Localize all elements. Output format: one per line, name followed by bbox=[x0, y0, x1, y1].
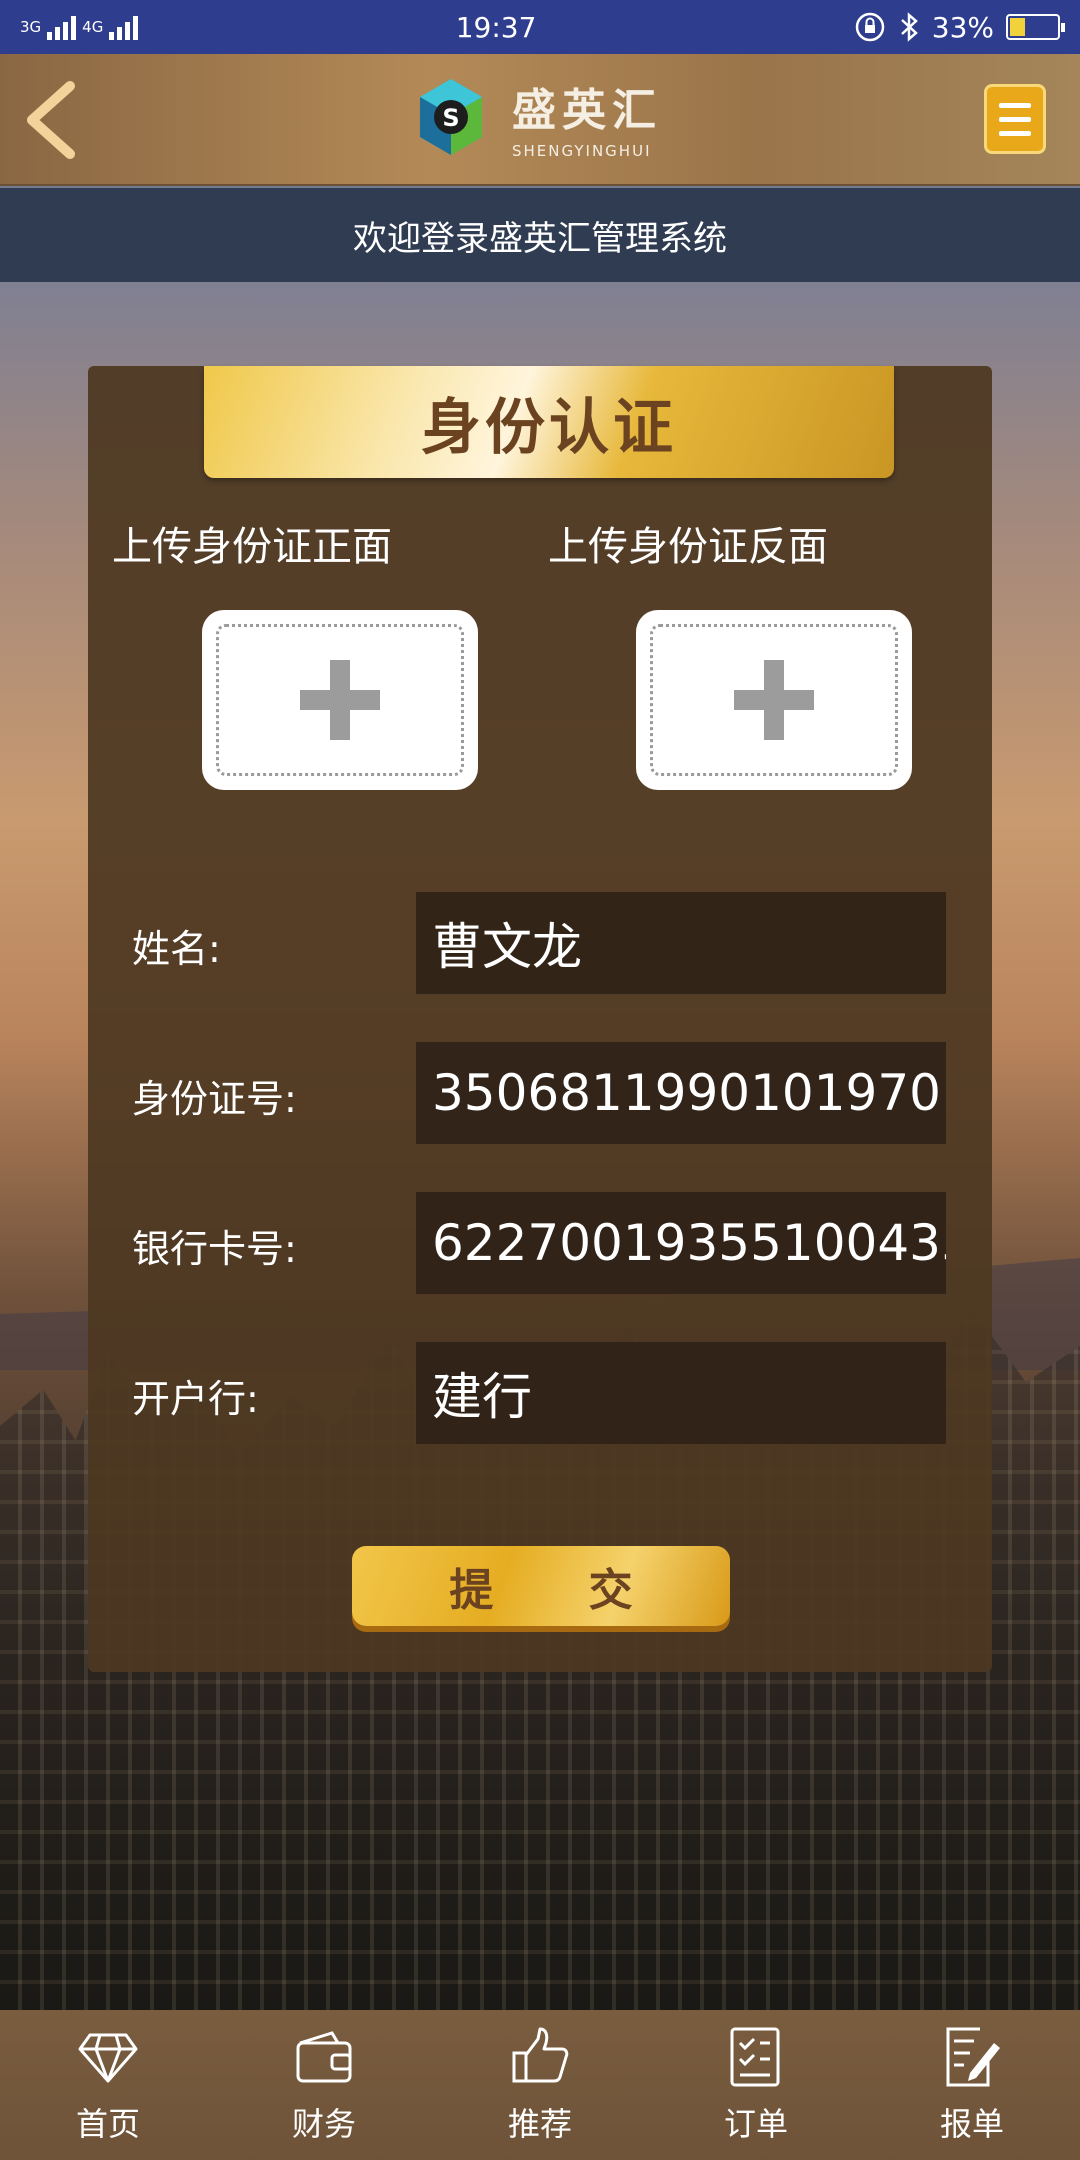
menu-line bbox=[999, 102, 1031, 108]
logo-letter: S bbox=[442, 104, 459, 132]
card-title-banner: 身份认证 bbox=[204, 366, 894, 478]
wallet-icon bbox=[296, 2031, 352, 2083]
checklist-icon bbox=[730, 2027, 780, 2087]
nav-item-recommend[interactable]: 推荐 bbox=[460, 2025, 620, 2145]
battery-percent: 33% bbox=[931, 10, 994, 44]
network-type-1: 3G bbox=[20, 18, 42, 36]
rotation-lock-icon bbox=[855, 12, 885, 42]
edit-document-icon bbox=[946, 2027, 1000, 2087]
bank-name-field[interactable]: 建行 bbox=[416, 1342, 946, 1444]
bank-card-label: 银行卡号: bbox=[132, 1227, 297, 1271]
menu-line bbox=[999, 116, 1031, 122]
id-number-field[interactable]: 350681199010197010 bbox=[416, 1042, 946, 1144]
network-type-2: 4G bbox=[82, 18, 104, 36]
nav-item-orders[interactable]: 订单 bbox=[676, 2025, 836, 2145]
plus-icon bbox=[734, 660, 814, 740]
id-number-label: 身份证号: bbox=[132, 1077, 297, 1121]
identity-verification-card: 身份认证 上传身份证正面 上传身份证反面 姓名: 曹文龙 身份证号: 35068… bbox=[88, 366, 992, 1672]
bottom-navigation: 首页 财务 推荐 订单 报单 bbox=[0, 2010, 1080, 2160]
upload-front-label: 上传身份证正面 bbox=[112, 524, 392, 570]
app-header: S 盛英汇 SHENGYINGHUI bbox=[0, 54, 1080, 186]
app-logo: S 盛英汇 SHENGYINGHUI bbox=[418, 74, 662, 160]
welcome-banner: 欢迎登录盛英汇管理系统 bbox=[0, 188, 1080, 282]
logo-name: 盛英汇 bbox=[512, 85, 662, 136]
signal-indicators: 3G 4G bbox=[20, 14, 139, 40]
nav-item-finance[interactable]: 财务 bbox=[244, 2025, 404, 2145]
plus-icon bbox=[300, 660, 380, 740]
chevron-left-icon bbox=[27, 81, 75, 159]
bluetooth-icon bbox=[900, 12, 918, 42]
nav-item-home[interactable]: 首页 bbox=[28, 2025, 188, 2145]
bank-card-field[interactable]: 6227001935510043547 bbox=[416, 1192, 946, 1294]
signal-icon-2 bbox=[109, 14, 139, 40]
nav-label: 报单 bbox=[939, 2105, 1004, 2143]
clock: 19:37 bbox=[455, 10, 537, 44]
upload-back-button[interactable] bbox=[636, 610, 912, 790]
menu-button[interactable] bbox=[984, 84, 1046, 154]
menu-line bbox=[999, 130, 1031, 136]
nav-label: 推荐 bbox=[507, 2105, 572, 2143]
upload-back-label: 上传身份证反面 bbox=[548, 524, 828, 570]
logo-name-en: SHENGYINGHUI bbox=[512, 142, 652, 160]
bank-name-label: 开户行: bbox=[132, 1377, 259, 1421]
card-title: 身份认证 bbox=[421, 392, 677, 463]
back-button[interactable] bbox=[18, 80, 88, 160]
name-label: 姓名: bbox=[132, 927, 221, 971]
nav-item-report[interactable]: 报单 bbox=[892, 2025, 1052, 2145]
submit-button[interactable]: 提 交 bbox=[352, 1546, 730, 1626]
status-bar: 3G 4G 19:37 33% bbox=[0, 0, 1080, 54]
upload-front-button[interactable] bbox=[202, 610, 478, 790]
signal-icon bbox=[47, 14, 77, 40]
thumbs-up-icon bbox=[512, 2027, 569, 2083]
nav-label: 财务 bbox=[291, 2105, 356, 2143]
nav-label: 订单 bbox=[723, 2105, 788, 2143]
nav-label: 首页 bbox=[75, 2105, 140, 2143]
battery-icon bbox=[1006, 14, 1065, 40]
logo-mark-icon: S bbox=[418, 77, 484, 157]
name-field[interactable]: 曹文龙 bbox=[416, 892, 946, 994]
diamond-icon bbox=[78, 2033, 138, 2083]
